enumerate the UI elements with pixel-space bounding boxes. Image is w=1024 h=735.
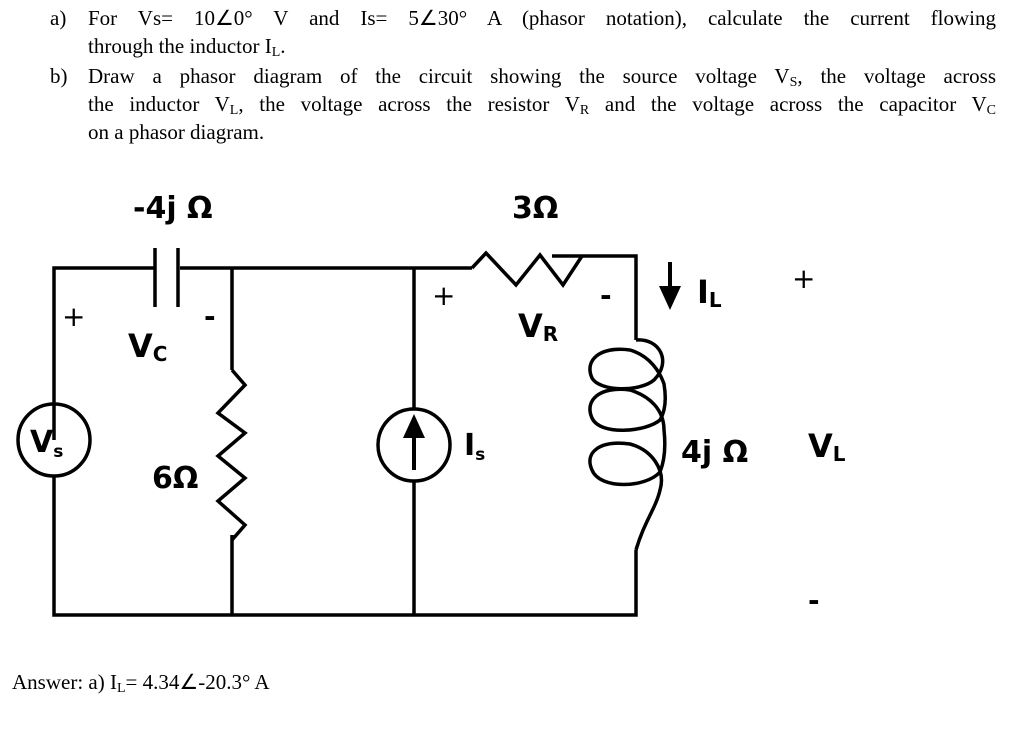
answer: Answer: a) IL= 4.34∠-20.3° A <box>12 670 270 696</box>
inductor <box>588 338 667 551</box>
inductor-minus-sign: - <box>808 584 820 617</box>
voltage-source-label: Vs <box>30 425 63 462</box>
up-arrow-icon <box>403 414 425 470</box>
series-resistor-impedance-label: 3Ω <box>512 191 558 226</box>
capacitor <box>153 248 180 307</box>
down-arrow-icon <box>659 262 681 310</box>
capacitor-voltage-label: VC <box>128 327 167 366</box>
inductor-plus-sign: + <box>792 262 815 295</box>
inductor-current-label: IL <box>697 273 722 312</box>
shunt-resistor <box>215 368 248 542</box>
inductor-voltage-label: VL <box>808 427 846 466</box>
capacitor-plus-sign: + <box>62 300 85 333</box>
capacitor-impedance-label: -4j Ω <box>133 191 213 226</box>
resistor-minus-sign: - <box>600 279 612 312</box>
wire-ind-top <box>552 254 638 340</box>
shunt-resistor-impedance-label: 6Ω <box>152 461 198 496</box>
capacitor-minus-sign: - <box>204 300 216 333</box>
circuit-diagram: -4j Ω 3Ω + - VC + - VR IL + - Vs Is 6Ω 4… <box>16 191 846 617</box>
wire-bottom <box>52 475 638 617</box>
current-source-label: Is <box>464 428 485 465</box>
resistor-plus-sign: + <box>432 279 455 312</box>
series-resistor <box>470 250 584 289</box>
resistor-voltage-label: VR <box>518 307 558 346</box>
inductor-impedance-label: 4j Ω <box>681 435 748 470</box>
